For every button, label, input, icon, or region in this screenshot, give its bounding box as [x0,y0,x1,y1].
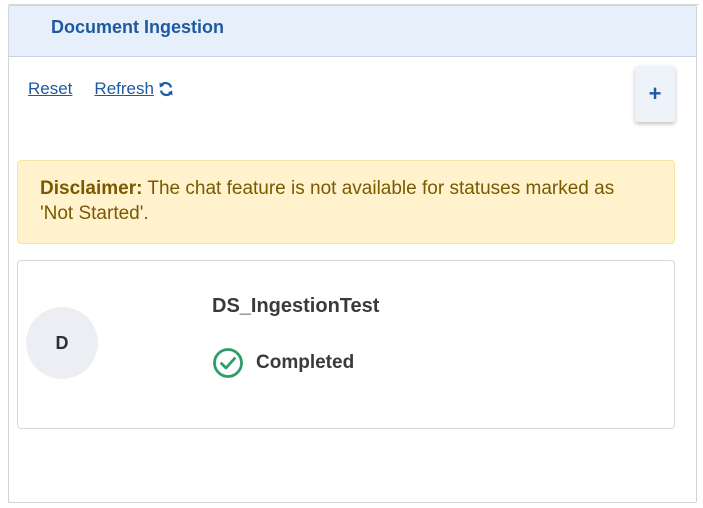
refresh-icon [159,81,173,97]
document-name: DS_IngestionTest [212,295,380,317]
refresh-link[interactable]: Refresh [94,79,174,99]
check-circle-icon [213,348,243,378]
reset-link[interactable]: Reset [28,79,72,99]
document-card[interactable]: D DS_IngestionTest Completed [17,260,675,429]
status-text: Completed [256,352,355,373]
disclaimer-banner: Disclaimer: The chat feature is not avai… [17,160,675,244]
add-document-button[interactable]: + [635,66,675,122]
status-row: Completed [212,347,354,379]
toolbar: Reset Refresh [28,79,174,99]
refresh-label: Refresh [94,79,154,98]
avatar: D [26,307,98,379]
disclaimer-label: Disclaimer: [40,178,143,199]
panel-header: Document Ingestion [9,6,696,57]
panel-title: Document Ingestion [51,17,225,37]
